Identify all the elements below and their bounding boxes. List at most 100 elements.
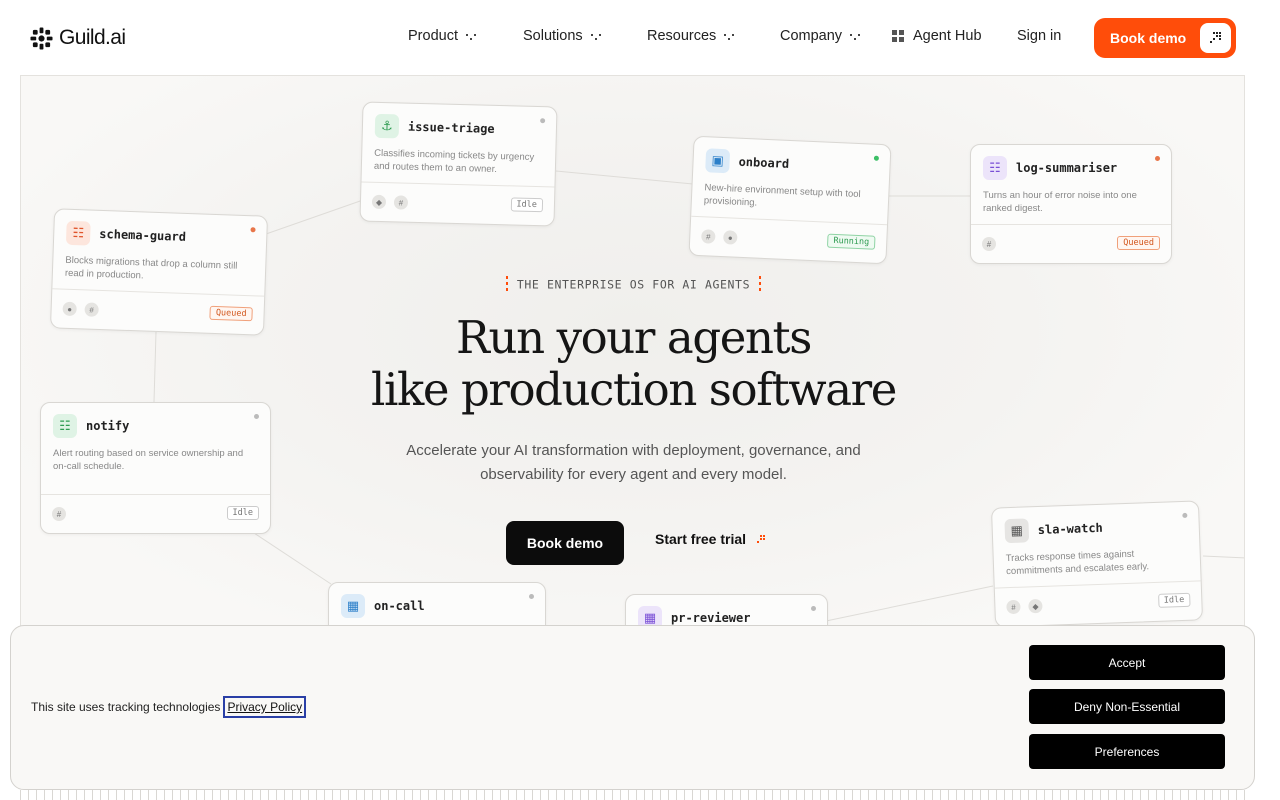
card-footer: # Idle xyxy=(41,495,270,533)
start-free-trial-link[interactable]: Start free trial xyxy=(655,531,766,547)
agent-name: pr-reviewer xyxy=(671,611,751,625)
dots-chevron-icon xyxy=(465,33,476,40)
book-demo-button[interactable]: Book demo xyxy=(1094,18,1236,58)
card-footer: # Queued xyxy=(971,225,1171,263)
nav-resources-label: Resources xyxy=(647,28,717,44)
nav-product[interactable]: Product xyxy=(408,28,477,44)
agent-card-onboard[interactable]: ▣ onboard New-hire environment setup wit… xyxy=(688,135,892,265)
status-dot xyxy=(1182,512,1188,518)
nav-company-label: Company xyxy=(780,28,843,44)
slack-icon: # xyxy=(393,195,409,210)
logo[interactable]: Guild.ai xyxy=(30,26,126,50)
logo-text: Guild.ai xyxy=(59,26,126,49)
hero-title-line2: like production software xyxy=(370,363,897,416)
hero-title-line1: Run your agents xyxy=(456,311,812,364)
accept-button[interactable]: Accept xyxy=(1029,645,1225,680)
dots-chevron-icon xyxy=(724,33,735,40)
agent-name: onboard xyxy=(738,154,790,171)
nav-resources[interactable]: Resources xyxy=(647,28,735,44)
status-badge: Idle xyxy=(510,197,544,213)
hero-title: Run your agents like production software xyxy=(21,311,1244,416)
status-dot xyxy=(1155,156,1160,161)
agent-name: sla-watch xyxy=(1037,520,1104,538)
agent-card-issue-triage[interactable]: ⚓ issue-triage Classifies incoming ticke… xyxy=(359,101,558,227)
nav-solutions-label: Solutions xyxy=(523,28,583,44)
robot-icon: ☷ xyxy=(53,414,77,438)
status-badge: Idle xyxy=(226,506,259,520)
dots-chevron-icon xyxy=(850,33,861,40)
anchor-icon: ⚓ xyxy=(374,113,400,139)
sign-in-link[interactable]: Sign in xyxy=(1017,28,1061,44)
status-dot xyxy=(250,227,256,233)
book-demo-label: Book demo xyxy=(1110,30,1187,46)
ghost-icon: ▦ xyxy=(1004,518,1030,544)
cookie-banner: This site uses tracking technologies Pri… xyxy=(10,625,1255,790)
status-dot xyxy=(529,594,534,599)
book-demo-cta[interactable]: Book demo xyxy=(506,521,624,565)
card-head: ⚓ issue-triage xyxy=(374,113,545,142)
hero-subtitle: Accelerate your AI transformation with d… xyxy=(406,442,861,483)
agent-description: Classifies incoming tickets by urgency a… xyxy=(373,147,535,176)
slack-icon: # xyxy=(701,229,716,244)
slack-icon: # xyxy=(52,507,66,521)
diamond-icon: ◆ xyxy=(1028,598,1043,614)
card-body: ☷ notify Alert routing based on service … xyxy=(41,403,270,495)
hero-canvas: ☷ schema-guard Blocks migrations that dr… xyxy=(20,75,1245,635)
agent-description: Tracks response times against commitment… xyxy=(1005,548,1150,578)
status-dot xyxy=(540,118,546,124)
card-footer: # ◆ Idle xyxy=(995,581,1202,626)
preferences-button[interactable]: Preferences xyxy=(1029,734,1225,769)
agent-hub-label: Agent Hub xyxy=(913,28,982,44)
status-dot xyxy=(811,606,816,611)
agent-name: notify xyxy=(86,419,130,433)
status-badge: Idle xyxy=(1157,592,1191,608)
guild-logo-icon xyxy=(30,26,53,50)
robot-icon: ☷ xyxy=(65,220,91,246)
card-body: ▦ sla-watch Tracks response times agains… xyxy=(992,501,1201,589)
agent-hub-link[interactable]: Agent Hub xyxy=(892,28,982,44)
eyebrow-text: THE ENTERPRISE OS FOR AI AGENTS xyxy=(516,277,751,292)
cookie-message: This site uses tracking technologies Pri… xyxy=(31,696,307,718)
arrow-icon xyxy=(1200,23,1231,53)
agent-name: issue-triage xyxy=(407,119,495,136)
status-badge: Running xyxy=(827,233,876,250)
card-head: ☷ notify xyxy=(53,414,258,438)
status-badge: Queued xyxy=(1117,236,1160,250)
agent-card-sla-watch[interactable]: ▦ sla-watch Tracks response times agains… xyxy=(990,500,1204,628)
slack-icon: # xyxy=(1006,599,1021,615)
card-body: ▣ onboard New-hire environment setup wit… xyxy=(691,136,891,226)
start-free-trial-label: Start free trial xyxy=(655,531,747,547)
agent-card-log-summariser[interactable]: ☷ log-summariser Turns an hour of error … xyxy=(970,144,1172,264)
diamond-icon: ◆ xyxy=(371,194,387,210)
agent-name: schema-guard xyxy=(99,226,187,244)
nav-company[interactable]: Company xyxy=(780,28,861,44)
grid-icon xyxy=(892,30,904,42)
tick-decoration xyxy=(759,276,762,294)
card-footer: ◆ # Idle xyxy=(360,182,554,225)
agent-description: New-hire environment setup with tool pro… xyxy=(703,182,861,209)
card-body: ☷ log-summariser Turns an hour of error … xyxy=(971,145,1171,225)
agent-description: Alert routing based on service ownership… xyxy=(53,448,244,472)
tick-decoration xyxy=(505,276,508,294)
card-head: ☷ schema-guard xyxy=(65,220,255,252)
deny-non-essential-button[interactable]: Deny Non-Essential xyxy=(1029,689,1225,724)
agent-card-notify[interactable]: ☷ notify Alert routing based on service … xyxy=(40,402,271,534)
ghost-icon: ▦ xyxy=(341,594,365,618)
whale-icon: ▣ xyxy=(705,148,731,174)
slack-icon: # xyxy=(982,237,996,251)
agent-name: on-call xyxy=(374,599,425,613)
cookie-text: This site uses tracking technologies xyxy=(31,700,221,714)
dots-chevron-icon xyxy=(590,33,601,40)
card-footer: # ● Running xyxy=(690,217,887,264)
nav-solutions[interactable]: Solutions xyxy=(523,28,602,44)
hero-eyebrow: THE ENTERPRISE OS FOR AI AGENTS xyxy=(21,276,1244,294)
robot-icon: ☷ xyxy=(983,156,1007,180)
card-head: ▦ sla-watch xyxy=(1004,513,1187,544)
arrow-icon xyxy=(757,535,766,543)
card-body: ⚓ issue-triage Classifies incoming ticke… xyxy=(361,102,557,188)
site-header: Guild.ai Product Solutions Resources Com… xyxy=(0,0,1280,76)
privacy-policy-link[interactable]: Privacy Policy xyxy=(223,696,307,718)
card-head: ▣ onboard xyxy=(705,148,878,179)
card-head: ▦ on-call xyxy=(341,594,533,618)
status-dot xyxy=(873,155,880,161)
